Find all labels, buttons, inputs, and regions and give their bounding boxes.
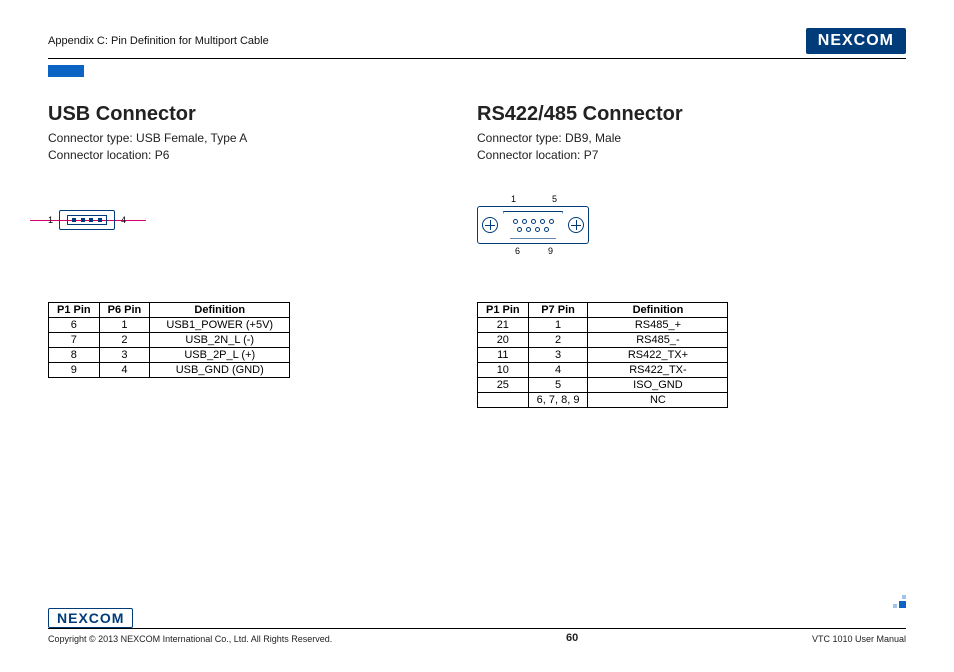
cell: 20 <box>478 332 529 347</box>
db9-screw-icon <box>568 217 584 233</box>
cell: 4 <box>99 362 150 377</box>
page-footer: NEXCOM Copyright © 2013 NEXCOM Internati… <box>48 608 906 644</box>
db9-pin5-label: 5 <box>552 194 557 204</box>
table-row: 9 4 USB_GND (GND) <box>49 362 290 377</box>
page-header: Appendix C: Pin Definition for Multiport… <box>48 28 906 59</box>
db9-pin9-label: 9 <box>548 246 553 256</box>
rs-title: RS422/485 Connector <box>477 103 906 126</box>
col-def: Definition <box>588 302 728 317</box>
cell: 21 <box>478 317 529 332</box>
nexcom-footer-logo: NEXCOM <box>48 608 133 628</box>
usb-title: USB Connector <box>48 103 453 126</box>
usb-pin4-label: 4 <box>121 215 126 225</box>
table-row: 6, 7, 8, 9 NC <box>478 392 728 407</box>
cell: USB_2N_L (-) <box>150 332 290 347</box>
usb-location: Connector location: P6 <box>48 147 453 164</box>
cell: RS422_TX- <box>588 362 728 377</box>
nexcom-logo: NE COMNEXCOM <box>806 28 906 54</box>
table-row: 8 3 USB_2P_L (+) <box>49 347 290 362</box>
cell: NC <box>588 392 728 407</box>
col-p1: P1 Pin <box>478 302 529 317</box>
rs-type: Connector type: DB9, Male <box>477 130 906 147</box>
rs-section: RS422/485 Connector Connector type: DB9,… <box>477 103 906 408</box>
col-p6: P6 Pin <box>99 302 150 317</box>
cell: 3 <box>528 347 588 362</box>
rs-pin-table: P1 Pin P7 Pin Definition 21 1 RS485_+ 20… <box>477 302 728 408</box>
page-number: 60 <box>566 632 578 644</box>
db9-pin6-label: 6 <box>515 246 520 256</box>
cell: 2 <box>528 332 588 347</box>
accent-bar <box>48 65 84 77</box>
cell: USB_2P_L (+) <box>150 347 290 362</box>
table-header-row: P1 Pin P6 Pin Definition <box>49 302 290 317</box>
cell: RS485_+ <box>588 317 728 332</box>
rs-location: Connector location: P7 <box>477 147 906 164</box>
table-row: 7 2 USB_2N_L (-) <box>49 332 290 347</box>
appendix-title: Appendix C: Pin Definition for Multiport… <box>48 35 269 47</box>
cell: 4 <box>528 362 588 377</box>
table-row: 11 3 RS422_TX+ <box>478 347 728 362</box>
db9-shell-icon <box>503 211 563 239</box>
cell: 2 <box>99 332 150 347</box>
cell: 11 <box>478 347 529 362</box>
cell: 25 <box>478 377 529 392</box>
usb-connector-diagram: 1 4 <box>48 210 126 230</box>
db9-connector-diagram: 1 5 6 9 <box>477 194 589 256</box>
cell: 8 <box>49 347 100 362</box>
table-row: 20 2 RS485_- <box>478 332 728 347</box>
table-row: 10 4 RS422_TX- <box>478 362 728 377</box>
manual-name: VTC 1010 User Manual <box>812 634 906 644</box>
usb-type: Connector type: USB Female, Type A <box>48 130 453 147</box>
footer-deco-icon <box>892 594 906 608</box>
cell: 3 <box>99 347 150 362</box>
col-def: Definition <box>150 302 290 317</box>
table-row: 6 1 USB1_POWER (+5V) <box>49 317 290 332</box>
table-header-row: P1 Pin P7 Pin Definition <box>478 302 728 317</box>
table-row: 25 5 ISO_GND <box>478 377 728 392</box>
cell: 1 <box>99 317 150 332</box>
usb-pin1-label: 1 <box>48 215 53 225</box>
cell: 9 <box>49 362 100 377</box>
usb-shell-icon <box>59 210 115 230</box>
db9-pin1-label: 1 <box>511 194 516 204</box>
cell: RS422_TX+ <box>588 347 728 362</box>
col-p7: P7 Pin <box>528 302 588 317</box>
copyright-text: Copyright © 2013 NEXCOM International Co… <box>48 634 332 644</box>
cell: 6 <box>49 317 100 332</box>
usb-section: USB Connector Connector type: USB Female… <box>48 103 477 408</box>
usb-pin-table: P1 Pin P6 Pin Definition 6 1 USB1_POWER … <box>48 302 290 378</box>
table-row: 21 1 RS485_+ <box>478 317 728 332</box>
cell: RS485_- <box>588 332 728 347</box>
cell: USB1_POWER (+5V) <box>150 317 290 332</box>
cell: ISO_GND <box>588 377 728 392</box>
cell: 6, 7, 8, 9 <box>528 392 588 407</box>
cell: 10 <box>478 362 529 377</box>
cell: 1 <box>528 317 588 332</box>
cell: USB_GND (GND) <box>150 362 290 377</box>
col-p1: P1 Pin <box>49 302 100 317</box>
cell: 7 <box>49 332 100 347</box>
cell: 5 <box>528 377 588 392</box>
cell <box>478 392 529 407</box>
db9-screw-icon <box>482 217 498 233</box>
